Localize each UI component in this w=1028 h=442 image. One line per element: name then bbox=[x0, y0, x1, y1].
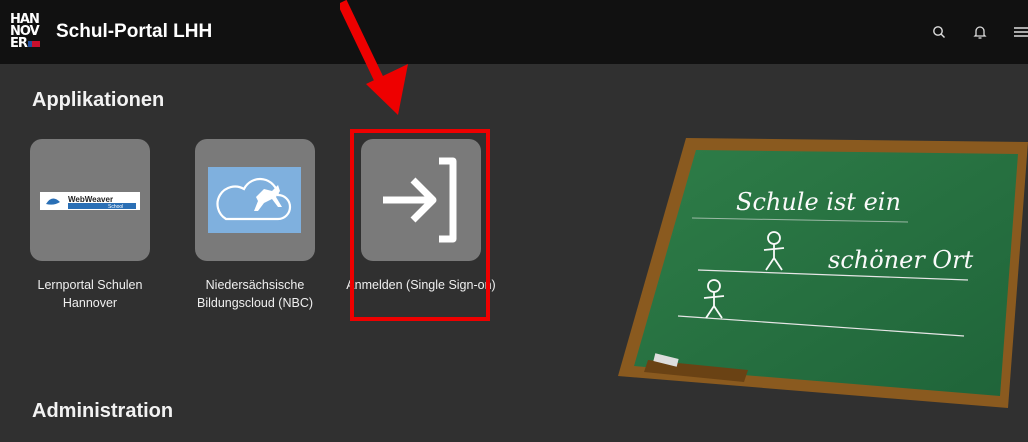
webweaver-text: WebWeaver bbox=[68, 195, 113, 204]
app-title[interactable]: Schul-Portal LHH bbox=[56, 21, 212, 43]
chalk-line-2: schöner Ort bbox=[828, 246, 974, 274]
logo-flag bbox=[28, 41, 40, 47]
bell-icon[interactable] bbox=[971, 23, 989, 41]
highlight-box bbox=[350, 129, 490, 321]
nbc-cloud-logo bbox=[208, 167, 301, 233]
section-heading-administration: Administration bbox=[32, 400, 174, 422]
chalk-line-1: Schule ist ein bbox=[736, 188, 901, 216]
webweaver-logo: WebWeaver School bbox=[40, 192, 140, 210]
red-arrow-annotation bbox=[340, 0, 408, 115]
hannover-logo[interactable]: HAN NOV ER bbox=[10, 13, 46, 54]
webweaver-logo-graphic: WebWeaver School bbox=[46, 195, 136, 210]
app-label-nbc[interactable]: Niedersächsische Bildungscloud (NBC) bbox=[180, 276, 330, 312]
search-icon[interactable] bbox=[930, 23, 948, 41]
top-bar: HAN NOV ER Schul-Portal LHH bbox=[0, 0, 1028, 64]
app-tile-nbc[interactable] bbox=[195, 139, 315, 261]
app-label-lernportal[interactable]: Lernportal Schulen Hannover bbox=[15, 276, 165, 312]
webweaver-sub: School bbox=[108, 204, 123, 210]
chalkboard-image: Schule ist ein schöner Ort bbox=[618, 138, 1028, 408]
section-heading-applications: Applikationen bbox=[32, 89, 165, 111]
menu-icon[interactable] bbox=[1012, 23, 1028, 41]
app-tile-lernportal[interactable]: WebWeaver School bbox=[30, 139, 150, 261]
